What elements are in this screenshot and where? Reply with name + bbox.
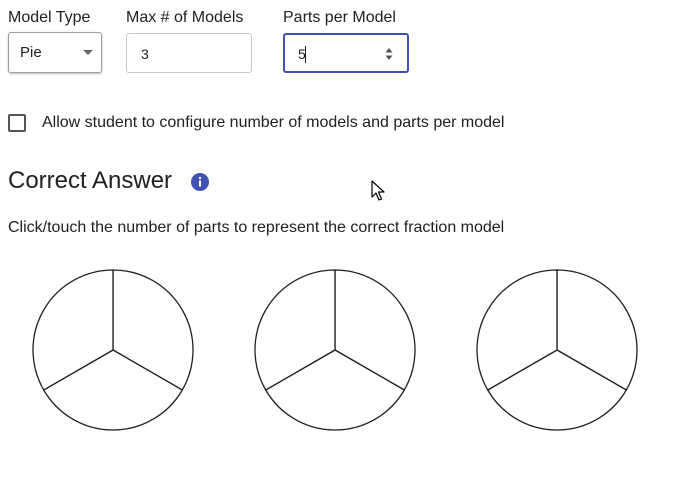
text-caret <box>305 46 306 63</box>
mouse-pointer-icon <box>371 180 385 201</box>
info-icon[interactable] <box>191 173 209 191</box>
configure-checkbox-label: Allow student to configure number of mod… <box>42 114 505 131</box>
correct-answer-instructions: Click/touch the number of parts to repre… <box>8 219 505 236</box>
model-type-select[interactable]: Pie <box>8 32 102 73</box>
parts-per-model-label: Parts per Model <box>283 9 396 26</box>
model-type-value: Pie <box>20 44 42 61</box>
max-models-input[interactable]: 3 <box>126 33 252 73</box>
correct-answer-title: Correct Answer <box>8 167 173 194</box>
max-models-label: Max # of Models <box>126 9 244 26</box>
model-type-label: Model Type <box>8 9 91 26</box>
chevron-down-icon <box>83 50 93 55</box>
pie-model[interactable] <box>253 268 417 432</box>
configure-checkbox[interactable] <box>8 114 26 132</box>
pie-model[interactable] <box>31 268 195 432</box>
parts-per-model-input[interactable]: 5 <box>283 33 409 73</box>
spinner-arrows-icon[interactable] <box>385 46 393 62</box>
max-models-value: 3 <box>141 46 149 62</box>
pie-model[interactable] <box>475 268 639 432</box>
